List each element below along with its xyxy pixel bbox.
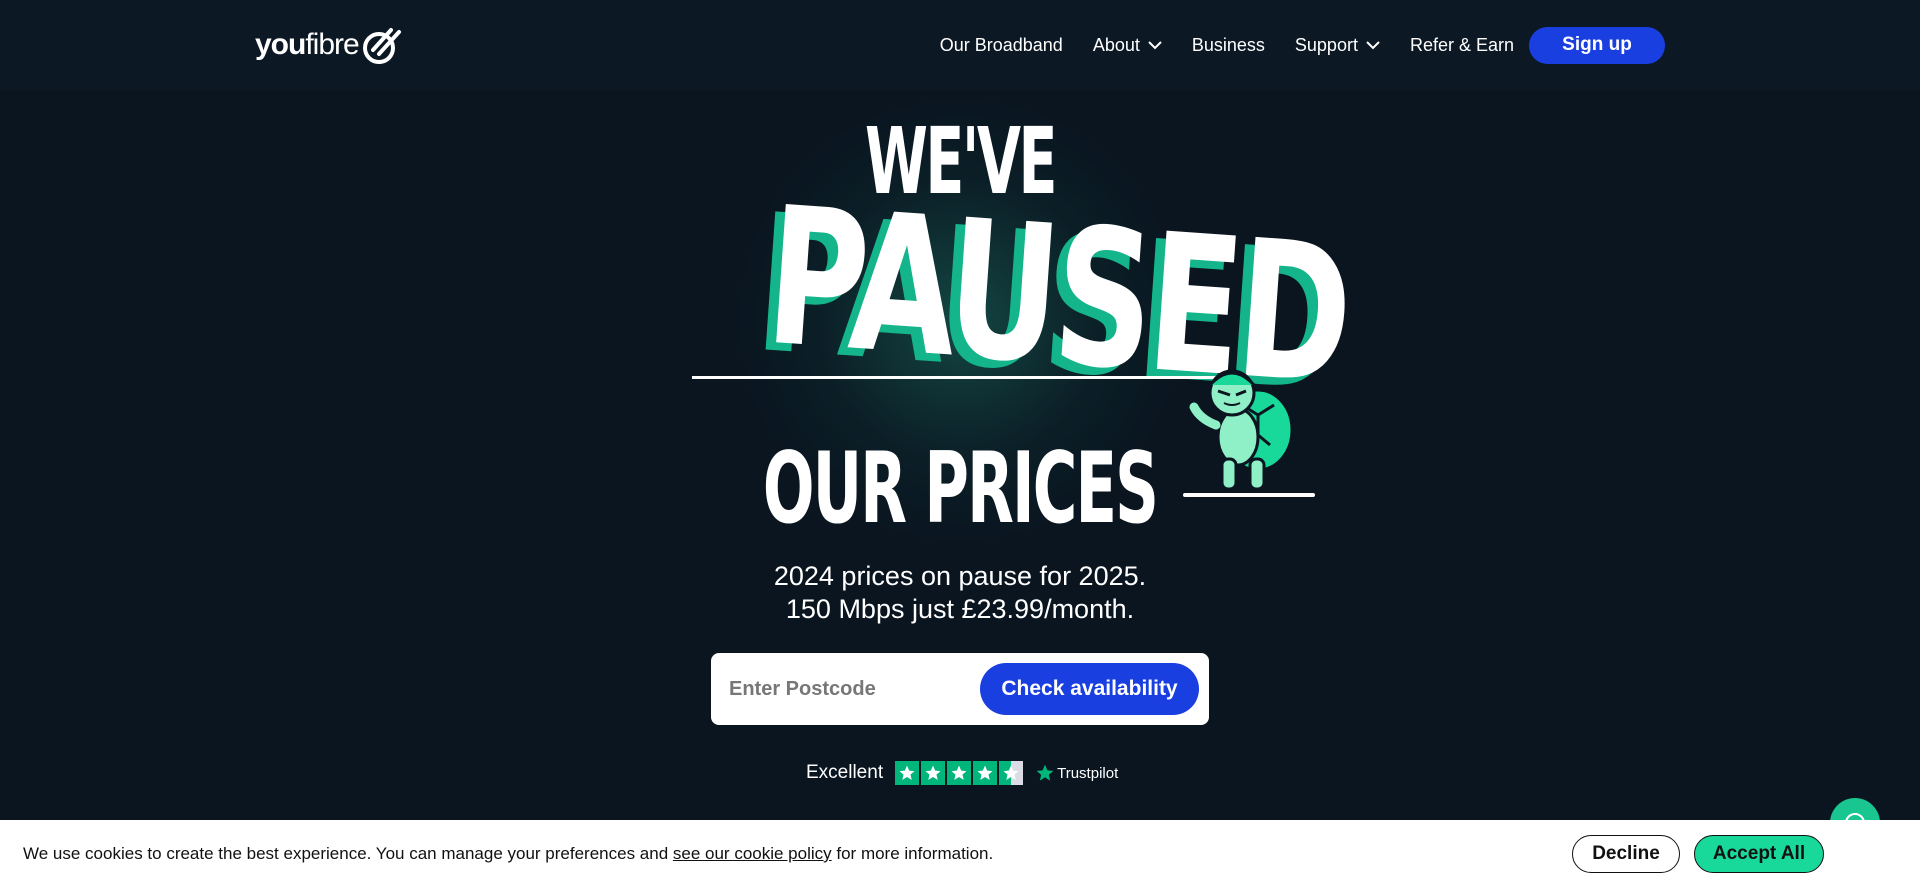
trustpilot-brand: Trustpilot <box>1035 763 1118 783</box>
cookie-text-after: for more information. <box>831 844 994 863</box>
nav-label: About <box>1092 34 1140 55</box>
cookie-text-before: We use cookies to create the best experi… <box>23 844 673 863</box>
nav-refer-earn[interactable]: Refer & Earn <box>1410 35 1514 56</box>
trustpilot-star-icon <box>1036 764 1054 781</box>
trustpilot-widget[interactable]: Excellent Trustpilot <box>806 760 1118 786</box>
trustpilot-stars <box>895 761 1025 785</box>
cookie-message: We use cookies to create the best experi… <box>23 844 993 864</box>
star-half-icon <box>999 761 1024 785</box>
cookie-policy-link[interactable]: see our cookie policy <box>673 844 832 863</box>
turtle-mascot <box>1183 369 1315 497</box>
paused-strikethrough <box>692 376 1232 379</box>
nav-support[interactable]: Support <box>1295 35 1380 56</box>
star-icon <box>973 761 998 785</box>
chevron-down-icon <box>1366 40 1380 49</box>
logo-you: you <box>255 28 306 61</box>
tagline-line2: 150 Mbps just £23.99/month. <box>785 594 1135 624</box>
hero-headline-line3: OUR PRICES <box>762 432 1159 546</box>
nav-label: Business <box>1191 34 1265 55</box>
nav-label: Support <box>1294 34 1358 55</box>
nav-label: Refer & Earn <box>1409 34 1514 55</box>
hero-paused-word: PAUSED PAUSED <box>682 165 1355 463</box>
nav-label: Our Broadband <box>939 34 1063 55</box>
site-header: youfibre Our Broadband About Business Su… <box>0 0 1920 90</box>
chevron-down-icon <box>1148 40 1162 49</box>
main-nav: Our Broadband About Business Support Ref… <box>910 26 1665 64</box>
cookie-banner: We use cookies to create the best experi… <box>0 820 1920 888</box>
decline-cookies-button[interactable]: Decline <box>1572 835 1680 873</box>
nav-about[interactable]: About <box>1093 35 1162 56</box>
star-icon <box>895 761 920 785</box>
check-availability-button[interactable]: Check availability <box>980 663 1199 715</box>
hero-tagline: 2024 prices on pause for 2025. 150 Mbps … <box>0 560 1920 626</box>
nav-our-broadband[interactable]: Our Broadband <box>940 35 1063 56</box>
postcode-input[interactable] <box>729 667 979 711</box>
star-icon <box>947 761 972 785</box>
trustpilot-rating-text: Excellent <box>806 762 884 783</box>
youfibre-swoosh-icon <box>362 28 401 64</box>
youfibre-logo[interactable]: youfibre <box>255 22 403 68</box>
trustpilot-brand-label: Trustpilot <box>1057 764 1119 782</box>
nav-business[interactable]: Business <box>1192 35 1265 56</box>
tagline-line1: 2024 prices on pause for 2025. <box>773 561 1147 591</box>
postcode-search-form: Check availability <box>711 653 1209 725</box>
accept-all-cookies-button[interactable]: Accept All <box>1694 835 1824 873</box>
logo-fibre: fibre <box>305 28 359 61</box>
logo-wordmark: youfibre <box>255 28 360 62</box>
star-icon <box>921 761 946 785</box>
signup-button[interactable]: Sign up <box>1529 26 1665 64</box>
paused-text: PAUSED <box>760 165 1355 427</box>
